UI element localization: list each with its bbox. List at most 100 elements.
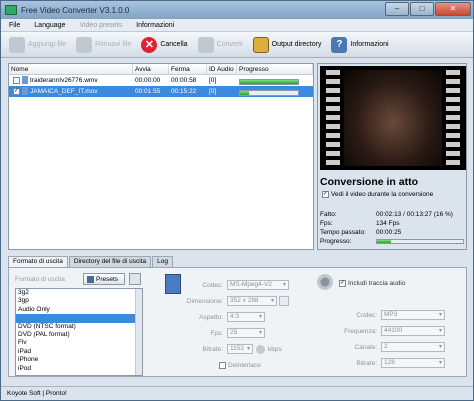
format-list-scrollbar[interactable] [135,289,142,375]
list-item[interactable]: iPod [16,365,142,373]
file-name: JAMAICA_DEF_IT.mov [30,88,98,95]
toolbar: Aggiungi file Rimuovi file ✕ Cancella Co… [1,32,473,58]
convert-icon [197,36,214,53]
video-fps-select[interactable]: 25 [227,328,265,338]
video-aspect-select[interactable]: 4:3 [227,312,265,322]
elapsed-value: 00:00:25 [376,229,402,236]
show-video-checkbox-row[interactable]: ✓ Vedi il video durante la conversione [320,191,433,198]
deinterlace-checkbox[interactable] [219,362,226,369]
list-item[interactable]: DVD (PAL format) [16,331,142,339]
deinterlace-label: Deinterlace [228,362,261,369]
tab-output-format[interactable]: Formato di uscita [8,256,68,267]
speaker-icon [317,274,333,290]
audio-channels-label: Canale: [354,343,377,351]
add-file-button[interactable]: Aggiungi file [7,34,68,56]
audio-codec-select[interactable]: MP3 [381,310,445,320]
file-row[interactable]: ✓ JAMAICA_DEF_IT.mov 00:01:55 00:15:22 [0… [9,86,313,97]
conversion-title: Conversione in atto [320,176,419,188]
title-bar: Free Video Converter V3.1.0.0 – □ ✕ [1,1,473,19]
output-directory-button[interactable]: Output directory [251,34,324,56]
format-list[interactable]: 3g2 3gp Audio Only DVD (NTSC format) DVD… [15,288,143,376]
film-strip-icon [326,70,340,166]
audio-freq-select[interactable]: 44100 [381,326,445,336]
maximize-button[interactable]: □ [410,2,434,16]
close-button[interactable]: ✕ [435,2,471,16]
menu-file[interactable]: File [9,22,20,29]
elapsed-label: Tempo passato: [320,229,366,236]
folder-icon [252,36,269,53]
menu-video-presets[interactable]: Video presets [79,22,122,29]
audio-bitrate-label: Bitrate: [356,359,377,367]
progress-label: Progresso: [320,238,352,245]
tab-log[interactable]: Log [152,256,173,267]
video-frame [344,70,442,166]
video-size-label: Dimensione: [186,297,223,305]
file-checkbox[interactable]: ✓ [13,87,20,95]
remove-file-icon [76,36,93,53]
window-title: Free Video Converter V3.1.0.0 [21,5,130,15]
show-video-label: Vedi il video durante la conversione [331,191,434,198]
video-aspect-label: Aspetto: [199,313,223,321]
file-list[interactable]: Nome Avvia Ferma ID Audio Progresso trai… [8,63,314,250]
app-window: Free Video Converter V3.1.0.0 – □ ✕ File… [0,0,474,401]
include-audio-label: Includi traccia audio [348,280,406,287]
audio-settings: ✓Includi traccia audio Codec: MP3 Frequen… [313,272,465,376]
done-value: 00:02:13 / 00:13:27 (16 %) [376,211,453,218]
remove-file-button[interactable]: Rimuovi file [74,34,133,56]
conversion-stats: Fatto: 00:02:13 / 00:13:27 (16 %) Fps: 134… [320,210,466,246]
video-file-icon [22,76,28,85]
format-label: Formato di uscita [15,276,65,283]
done-label: Fatto: [320,211,337,218]
menu-info[interactable]: Informazioni [136,22,174,29]
list-item[interactable]: DVD (NTSC format) [16,323,142,331]
audio-channels-select[interactable]: 2 [381,342,445,352]
audio-bitrate-select[interactable]: 128 [381,358,445,368]
include-audio-checkbox[interactable]: ✓ [339,280,346,287]
col-progress[interactable]: Progresso [237,64,313,74]
list-item[interactable]: Audio Only [16,306,142,314]
minimize-button[interactable]: – [385,2,409,16]
video-file-icon [22,87,28,96]
col-name[interactable]: Nome [9,64,133,74]
app-icon [5,5,17,15]
convert-button[interactable]: Converti [196,34,245,56]
edit-size-icon[interactable] [279,296,289,306]
film-strip-icon [446,70,460,166]
show-video-checkbox[interactable]: ✓ [322,191,329,198]
list-item[interactable]: iPad [16,348,142,356]
audio-codec-label: Codec: [356,311,377,319]
file-checkbox[interactable] [13,76,20,84]
status-bar: Koyote Soft | Pronto! [1,386,473,400]
video-codec-label: Codec: [202,281,223,289]
col-stop[interactable]: Ferma [169,64,207,74]
video-settings: Codec: MS-Mpeg4-V2 Dimensione: 352 x 288 A… [159,272,303,376]
video-bitrate-label: Bitrate: [202,345,223,353]
list-item[interactable]: 3g2 [16,289,142,297]
list-item[interactable]: 3gp [16,297,142,305]
col-audio-id[interactable]: ID Audio [207,64,237,74]
menu-language[interactable]: Language [34,22,65,29]
audio-freq-label: Frequenza: [344,327,377,335]
tab-output-directory[interactable]: Directory del file di uscita [68,256,152,267]
col-start[interactable]: Avvia [133,64,169,74]
video-codec-select[interactable]: MS-Mpeg4-V2 [227,280,289,290]
list-item[interactable]: Flv [16,339,142,347]
presets-icon [87,275,94,283]
save-preset-icon[interactable] [129,273,141,285]
cancel-button[interactable]: ✕ Cancella [139,34,189,56]
video-fps-label: Fps: [210,329,223,337]
bitrate-lock-icon[interactable] [256,344,265,354]
video-bitrate-unit: kbps [268,345,282,353]
list-item-selected[interactable] [16,314,142,323]
video-preview [320,66,466,170]
presets-button[interactable]: Presets [83,273,125,285]
bottom-tabs: Formato di uscita Directory del file di … [8,256,174,267]
file-audio-id: [0] [209,88,217,95]
file-row[interactable]: traiderannIv26776.wmv 00:00:00 00:00:58 … [9,75,313,86]
fps-label: Fps: [320,220,333,227]
list-item[interactable]: iPhone [16,356,142,364]
info-button[interactable]: ? Informazioni [329,34,390,56]
video-size-select[interactable]: 352 x 288 [227,296,277,306]
file-start: 00:01:55 [135,88,161,95]
video-bitrate-input[interactable]: 1152 [227,344,253,354]
